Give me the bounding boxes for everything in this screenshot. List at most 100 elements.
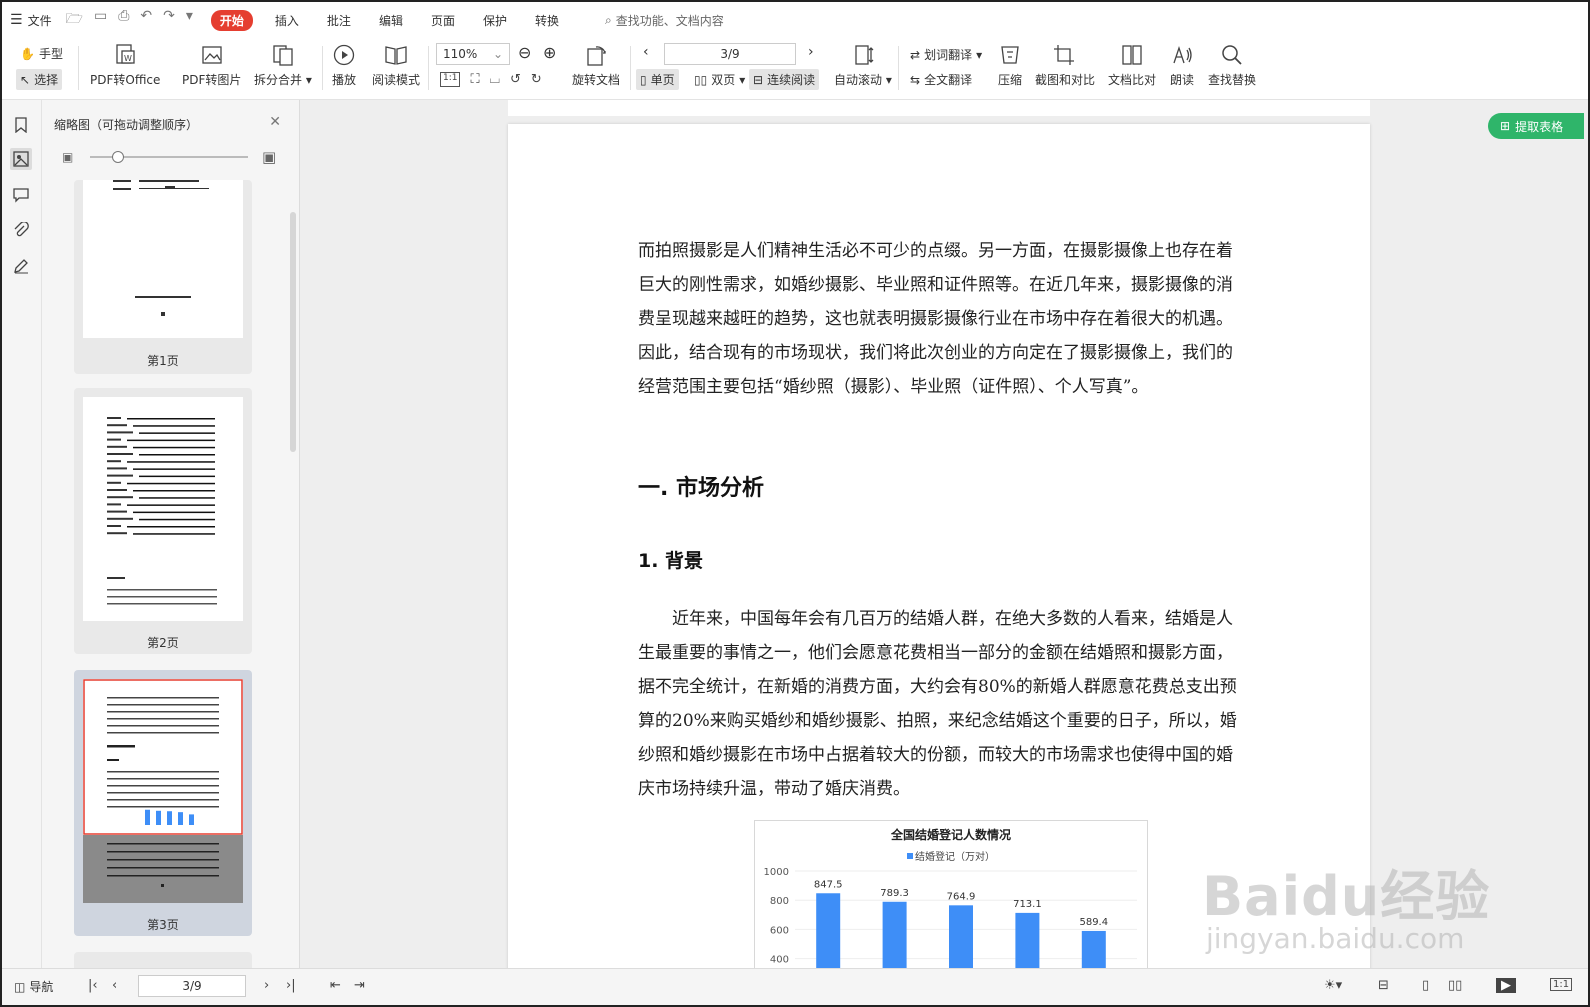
single-page-button[interactable]: ▯ 单页 bbox=[636, 69, 679, 90]
rotate-right-icon[interactable]: ↻ bbox=[531, 72, 542, 87]
single-page-view-icon[interactable]: ▯ bbox=[1422, 978, 1429, 993]
play-button[interactable]: 播放 bbox=[332, 42, 356, 88]
thumbnail-line bbox=[127, 482, 215, 485]
forward-icon[interactable]: ⇥ bbox=[354, 978, 365, 993]
thumbnail-page-1[interactable]: 第1页 bbox=[74, 180, 252, 374]
previous-page-icon[interactable]: ‹ bbox=[643, 44, 649, 60]
file-menu[interactable]: ☰ 文件 bbox=[10, 12, 52, 29]
translate-icon: ⇄ bbox=[910, 47, 921, 62]
play-icon[interactable]: ▶ bbox=[1496, 978, 1516, 993]
find-replace-label: 查找替换 bbox=[1208, 73, 1257, 87]
function-search[interactable]: ⌕ 查找功能、文档内容 bbox=[605, 12, 724, 29]
full-translate-button[interactable]: ⇆ 全文翻译 bbox=[906, 69, 976, 90]
single-page-label: 单页 bbox=[650, 73, 675, 87]
previous-page-icon[interactable]: ‹ bbox=[112, 978, 117, 993]
thumbnail-line bbox=[107, 503, 121, 506]
zoom-out-icon[interactable]: ⊖ bbox=[518, 43, 531, 62]
actual-size-icon[interactable]: 1:1 bbox=[440, 72, 461, 87]
tab-insert[interactable]: 插入 bbox=[275, 12, 299, 29]
thumbnail-line bbox=[107, 792, 219, 794]
current-view-frame bbox=[83, 679, 243, 835]
legend-label: 结婚登记（万对） bbox=[915, 850, 995, 863]
full-translate-icon: ⇆ bbox=[910, 72, 921, 87]
chart-bar bbox=[949, 905, 973, 968]
book-icon bbox=[383, 42, 409, 68]
print-icon[interactable]: ⎙ bbox=[118, 8, 129, 32]
continuous-view-icon[interactable]: ⊟ bbox=[1378, 978, 1389, 993]
navigation-toggle[interactable]: ◫ 导航 bbox=[14, 978, 53, 995]
find-replace-button[interactable]: 查找替换 bbox=[1208, 42, 1256, 88]
tab-start[interactable]: 开始 bbox=[210, 9, 253, 31]
rotate-document-icon bbox=[584, 42, 608, 68]
chart-canvas: 1000 800 600 400 全国结婚登记人数情况结婚登记（万对） 847.5 789.… bbox=[764, 827, 1137, 968]
compress-button[interactable]: 压缩 bbox=[998, 42, 1022, 88]
attachment-icon[interactable] bbox=[10, 219, 32, 241]
tab-convert[interactable]: 转换 bbox=[535, 12, 559, 29]
document-compare-button[interactable]: 文档比对 bbox=[1108, 42, 1156, 88]
next-page-icon[interactable]: › bbox=[264, 978, 269, 993]
thumbnail-icon[interactable] bbox=[10, 148, 32, 170]
dropdown-chevron-icon[interactable]: ▾ bbox=[186, 8, 193, 32]
read-aloud-button[interactable]: 朗读 bbox=[1170, 42, 1194, 88]
pdf-to-office-icon: W bbox=[112, 42, 138, 68]
data-label: 589.4 bbox=[1079, 917, 1108, 928]
hand-icon: ✋ bbox=[20, 46, 35, 61]
thumbnail-page-2[interactable]: 第2页 bbox=[74, 388, 252, 654]
save-icon[interactable]: ▭ bbox=[94, 8, 107, 32]
zoom-in-icon[interactable]: ⊕ bbox=[543, 43, 556, 62]
slider-knob[interactable] bbox=[112, 151, 124, 163]
fit-width-icon[interactable]: ⌴ bbox=[490, 72, 500, 87]
thumbnail-line bbox=[107, 778, 219, 780]
tab-page[interactable]: 页面 bbox=[431, 12, 455, 29]
open-folder-icon[interactable]: 🗁 bbox=[66, 8, 83, 32]
actual-size-icon[interactable]: 1:1 bbox=[1550, 978, 1573, 991]
page-number-input[interactable]: 3/9 bbox=[664, 43, 796, 65]
thumbnail-scrollbar[interactable] bbox=[290, 212, 296, 452]
hamburger-icon: ☰ bbox=[10, 12, 23, 28]
subsection-heading: 1. 背景 bbox=[638, 550, 704, 572]
thumbnail-line bbox=[127, 504, 215, 506]
auto-scroll-button[interactable]: 自动滚动 ▾ bbox=[834, 42, 892, 88]
marriage-chart: 1000 800 600 400 全国结婚登记人数情况 结婚登记（万对） 847.5 789.… bbox=[754, 820, 1148, 968]
split-merge-button[interactable]: 拆分合并 ▾ bbox=[254, 42, 312, 88]
double-page-view-icon[interactable]: ▯▯ bbox=[1448, 978, 1462, 993]
redo-icon[interactable]: ↷ bbox=[163, 8, 175, 32]
rotate-left-icon[interactable]: ↺ bbox=[510, 72, 521, 87]
compress-icon bbox=[998, 42, 1022, 68]
double-page-button[interactable]: ▯▯ 双页 ▾ bbox=[690, 69, 749, 90]
eye-protection-icon[interactable]: ☀▾ bbox=[1324, 978, 1342, 993]
small-image-icon[interactable]: ▣ bbox=[62, 150, 73, 164]
hand-tool-button[interactable]: ✋ 手型 bbox=[16, 43, 67, 64]
tab-protect[interactable]: 保护 bbox=[483, 12, 507, 29]
tab-annotate[interactable]: 批注 bbox=[327, 12, 351, 29]
select-tool-button[interactable]: ↖ 选择 bbox=[16, 69, 63, 90]
comment-icon[interactable] bbox=[10, 184, 32, 206]
tab-edit[interactable]: 编辑 bbox=[379, 12, 403, 29]
signature-icon[interactable] bbox=[10, 255, 32, 277]
first-page-icon[interactable]: |‹ bbox=[88, 978, 98, 993]
last-page-icon[interactable]: ›| bbox=[286, 978, 296, 993]
pdf-to-office-button[interactable]: W PDF转Office bbox=[90, 42, 160, 88]
thumbnail-page-3[interactable]: 第3页 bbox=[74, 670, 252, 936]
read-mode-button[interactable]: 阅读模式 bbox=[372, 42, 420, 88]
rotate-document-button[interactable]: 旋转文档 bbox=[572, 42, 620, 88]
chevron-down-icon: ⌄ bbox=[492, 47, 503, 61]
bookmark-icon[interactable] bbox=[10, 114, 32, 136]
screenshot-compare-button[interactable]: 截图和对比 bbox=[1035, 42, 1095, 88]
zoom-select[interactable]: 110% ⌄ bbox=[436, 43, 510, 65]
thumbnail-line bbox=[107, 496, 133, 499]
pdf-to-image-button[interactable]: PDF转图片 bbox=[182, 42, 241, 88]
continuous-reading-button[interactable]: ⊟ 连续阅读 bbox=[749, 69, 820, 90]
close-icon[interactable]: ✕ bbox=[269, 114, 281, 130]
fit-page-icon[interactable]: ⛶ bbox=[470, 72, 479, 87]
extract-table-button[interactable]: ⊞ 提取表格 bbox=[1488, 113, 1584, 139]
status-page-input[interactable]: 3/9 bbox=[138, 975, 246, 997]
next-page-icon[interactable]: › bbox=[808, 44, 814, 60]
back-icon[interactable]: ⇤ bbox=[330, 978, 341, 993]
magnifier-icon bbox=[1220, 42, 1244, 68]
word-translate-button[interactable]: ⇄ 划词翻译 ▾ bbox=[906, 44, 986, 65]
thumbnail-page-4[interactable] bbox=[74, 952, 252, 968]
thumbnail-line bbox=[127, 461, 215, 463]
large-image-icon[interactable]: ▣ bbox=[262, 148, 276, 166]
undo-icon[interactable]: ↶ bbox=[140, 8, 152, 32]
